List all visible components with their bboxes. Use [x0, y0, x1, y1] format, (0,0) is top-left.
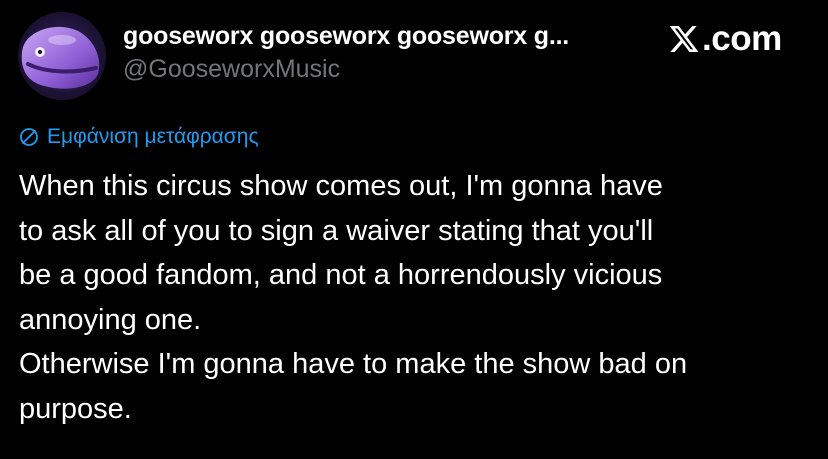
x-com-brand: .com	[668, 17, 782, 61]
tweet-line: annoying one.	[19, 303, 202, 336]
avatar[interactable]	[18, 12, 106, 100]
show-translation-link[interactable]: Εμφάνιση μετάφρασης	[19, 124, 259, 150]
tweet-line: When this circus show comes out, I'm gon…	[19, 170, 663, 202]
tweet-line: Otherwise I'm gonna have to make the sho…	[19, 348, 688, 380]
author-handle[interactable]: @GooseworxMusic	[123, 55, 340, 84]
author-display-name[interactable]: gooseworx gooseworx gooseworx g...	[123, 22, 569, 51]
tweet-line: to ask all of you to sign a waiver stati…	[19, 214, 654, 247]
tweet-text: When this circus show comes out, I'm gon…	[19, 164, 819, 431]
brand-domain-text: .com	[702, 19, 782, 58]
tweet-line: be a good fandom, and not a horrendously…	[19, 259, 663, 291]
globe-translate-icon	[20, 128, 38, 146]
x-logo-icon	[669, 26, 699, 52]
tweet-line: purpose.	[19, 392, 132, 425]
show-translation-label: Εμφάνιση μετάφρασης	[47, 125, 259, 148]
purple-creature-avatar-icon	[18, 12, 106, 100]
